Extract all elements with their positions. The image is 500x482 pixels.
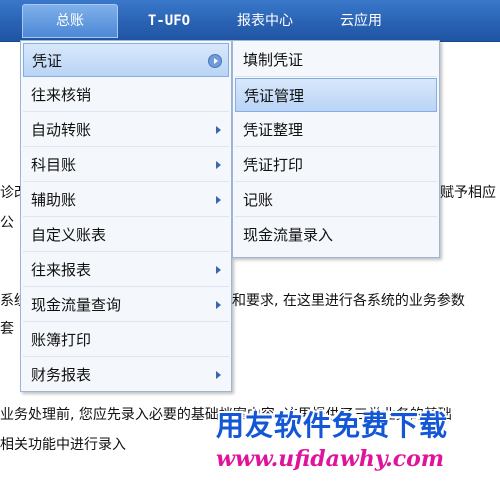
chevron-right-icon bbox=[216, 301, 221, 309]
chevron-right-icon bbox=[216, 126, 221, 134]
menu-item-label: 财务报表 bbox=[31, 366, 92, 384]
menu-item-auto-transfer[interactable]: 自动转账 bbox=[23, 113, 229, 147]
menu-item-label: 科目账 bbox=[31, 156, 77, 174]
bg-text-line: 公 bbox=[0, 215, 14, 231]
top-menu-bar: 总账 T-UFO 报表中心 云应用 bbox=[0, 0, 500, 42]
chevron-right-icon bbox=[216, 196, 221, 204]
menu-item-voucher[interactable]: 凭证 bbox=[23, 43, 229, 77]
watermark-url: www.ufidawhy.com bbox=[216, 446, 445, 472]
voucher-submenu: 填制凭证 凭证管理 凭证整理 凭证打印 记账 现金流量录入 bbox=[232, 40, 440, 258]
menu-item-cash-flow-query[interactable]: 现金流量查询 bbox=[23, 288, 229, 322]
menu-item-book-print[interactable]: 账簿打印 bbox=[23, 323, 229, 357]
submenu-item-voucher-print[interactable]: 凭证打印 bbox=[235, 148, 437, 182]
general-ledger-menu: 凭证 往来核销 自动转账 科目账 辅助账 自定义账表 往来报表 现金流量查询 账… bbox=[20, 40, 232, 392]
menu-item-label: 现金流量查询 bbox=[31, 296, 122, 314]
tab-t-ufo[interactable]: T-UFO bbox=[136, 6, 202, 36]
menu-item-label: 账簿打印 bbox=[31, 331, 92, 349]
submenu-item-posting[interactable]: 记账 bbox=[235, 183, 437, 217]
submenu-item-voucher-management[interactable]: 凭证管理 bbox=[235, 78, 437, 112]
tab-general-ledger[interactable]: 总账 bbox=[22, 4, 118, 38]
submenu-item-fill-voucher[interactable]: 填制凭证 bbox=[235, 43, 437, 77]
submenu-open-icon bbox=[208, 54, 222, 68]
menu-item-custom-report[interactable]: 自定义账表 bbox=[23, 218, 229, 252]
menu-item-label: 往来报表 bbox=[31, 261, 92, 279]
chevron-right-icon bbox=[216, 371, 221, 379]
menu-item-financial-reports[interactable]: 财务报表 bbox=[23, 358, 229, 392]
bg-text-line: 赋予相应 bbox=[440, 185, 496, 201]
menu-item-auxiliary-books[interactable]: 辅助账 bbox=[23, 183, 229, 217]
bg-text-line: 和要求, 在这里进行各系统的业务参数 bbox=[232, 293, 465, 309]
chevron-right-icon bbox=[216, 266, 221, 274]
tab-cloud-apps[interactable]: 云应用 bbox=[328, 6, 394, 36]
menu-item-label: 凭证 bbox=[32, 52, 63, 70]
menu-item-label: 自动转账 bbox=[31, 121, 92, 139]
submenu-item-cash-flow-entry[interactable]: 现金流量录入 bbox=[235, 218, 437, 252]
bg-text-line: 相关功能中进行录入 bbox=[0, 437, 126, 453]
menu-item-verification[interactable]: 往来核销 bbox=[23, 78, 229, 112]
menu-item-ar-ap-reports[interactable]: 往来报表 bbox=[23, 253, 229, 287]
menu-item-label: 往来核销 bbox=[31, 86, 92, 104]
submenu-item-voucher-arrange[interactable]: 凭证整理 bbox=[235, 113, 437, 147]
watermark-title: 用友软件免费下载 bbox=[216, 409, 449, 442]
menu-item-account-books[interactable]: 科目账 bbox=[23, 148, 229, 182]
tab-report-center[interactable]: 报表中心 bbox=[224, 6, 306, 36]
chevron-right-icon bbox=[216, 161, 221, 169]
menu-item-label: 自定义账表 bbox=[31, 226, 107, 244]
menu-item-label: 辅助账 bbox=[31, 191, 77, 209]
bg-text-line: 套 bbox=[0, 321, 14, 337]
